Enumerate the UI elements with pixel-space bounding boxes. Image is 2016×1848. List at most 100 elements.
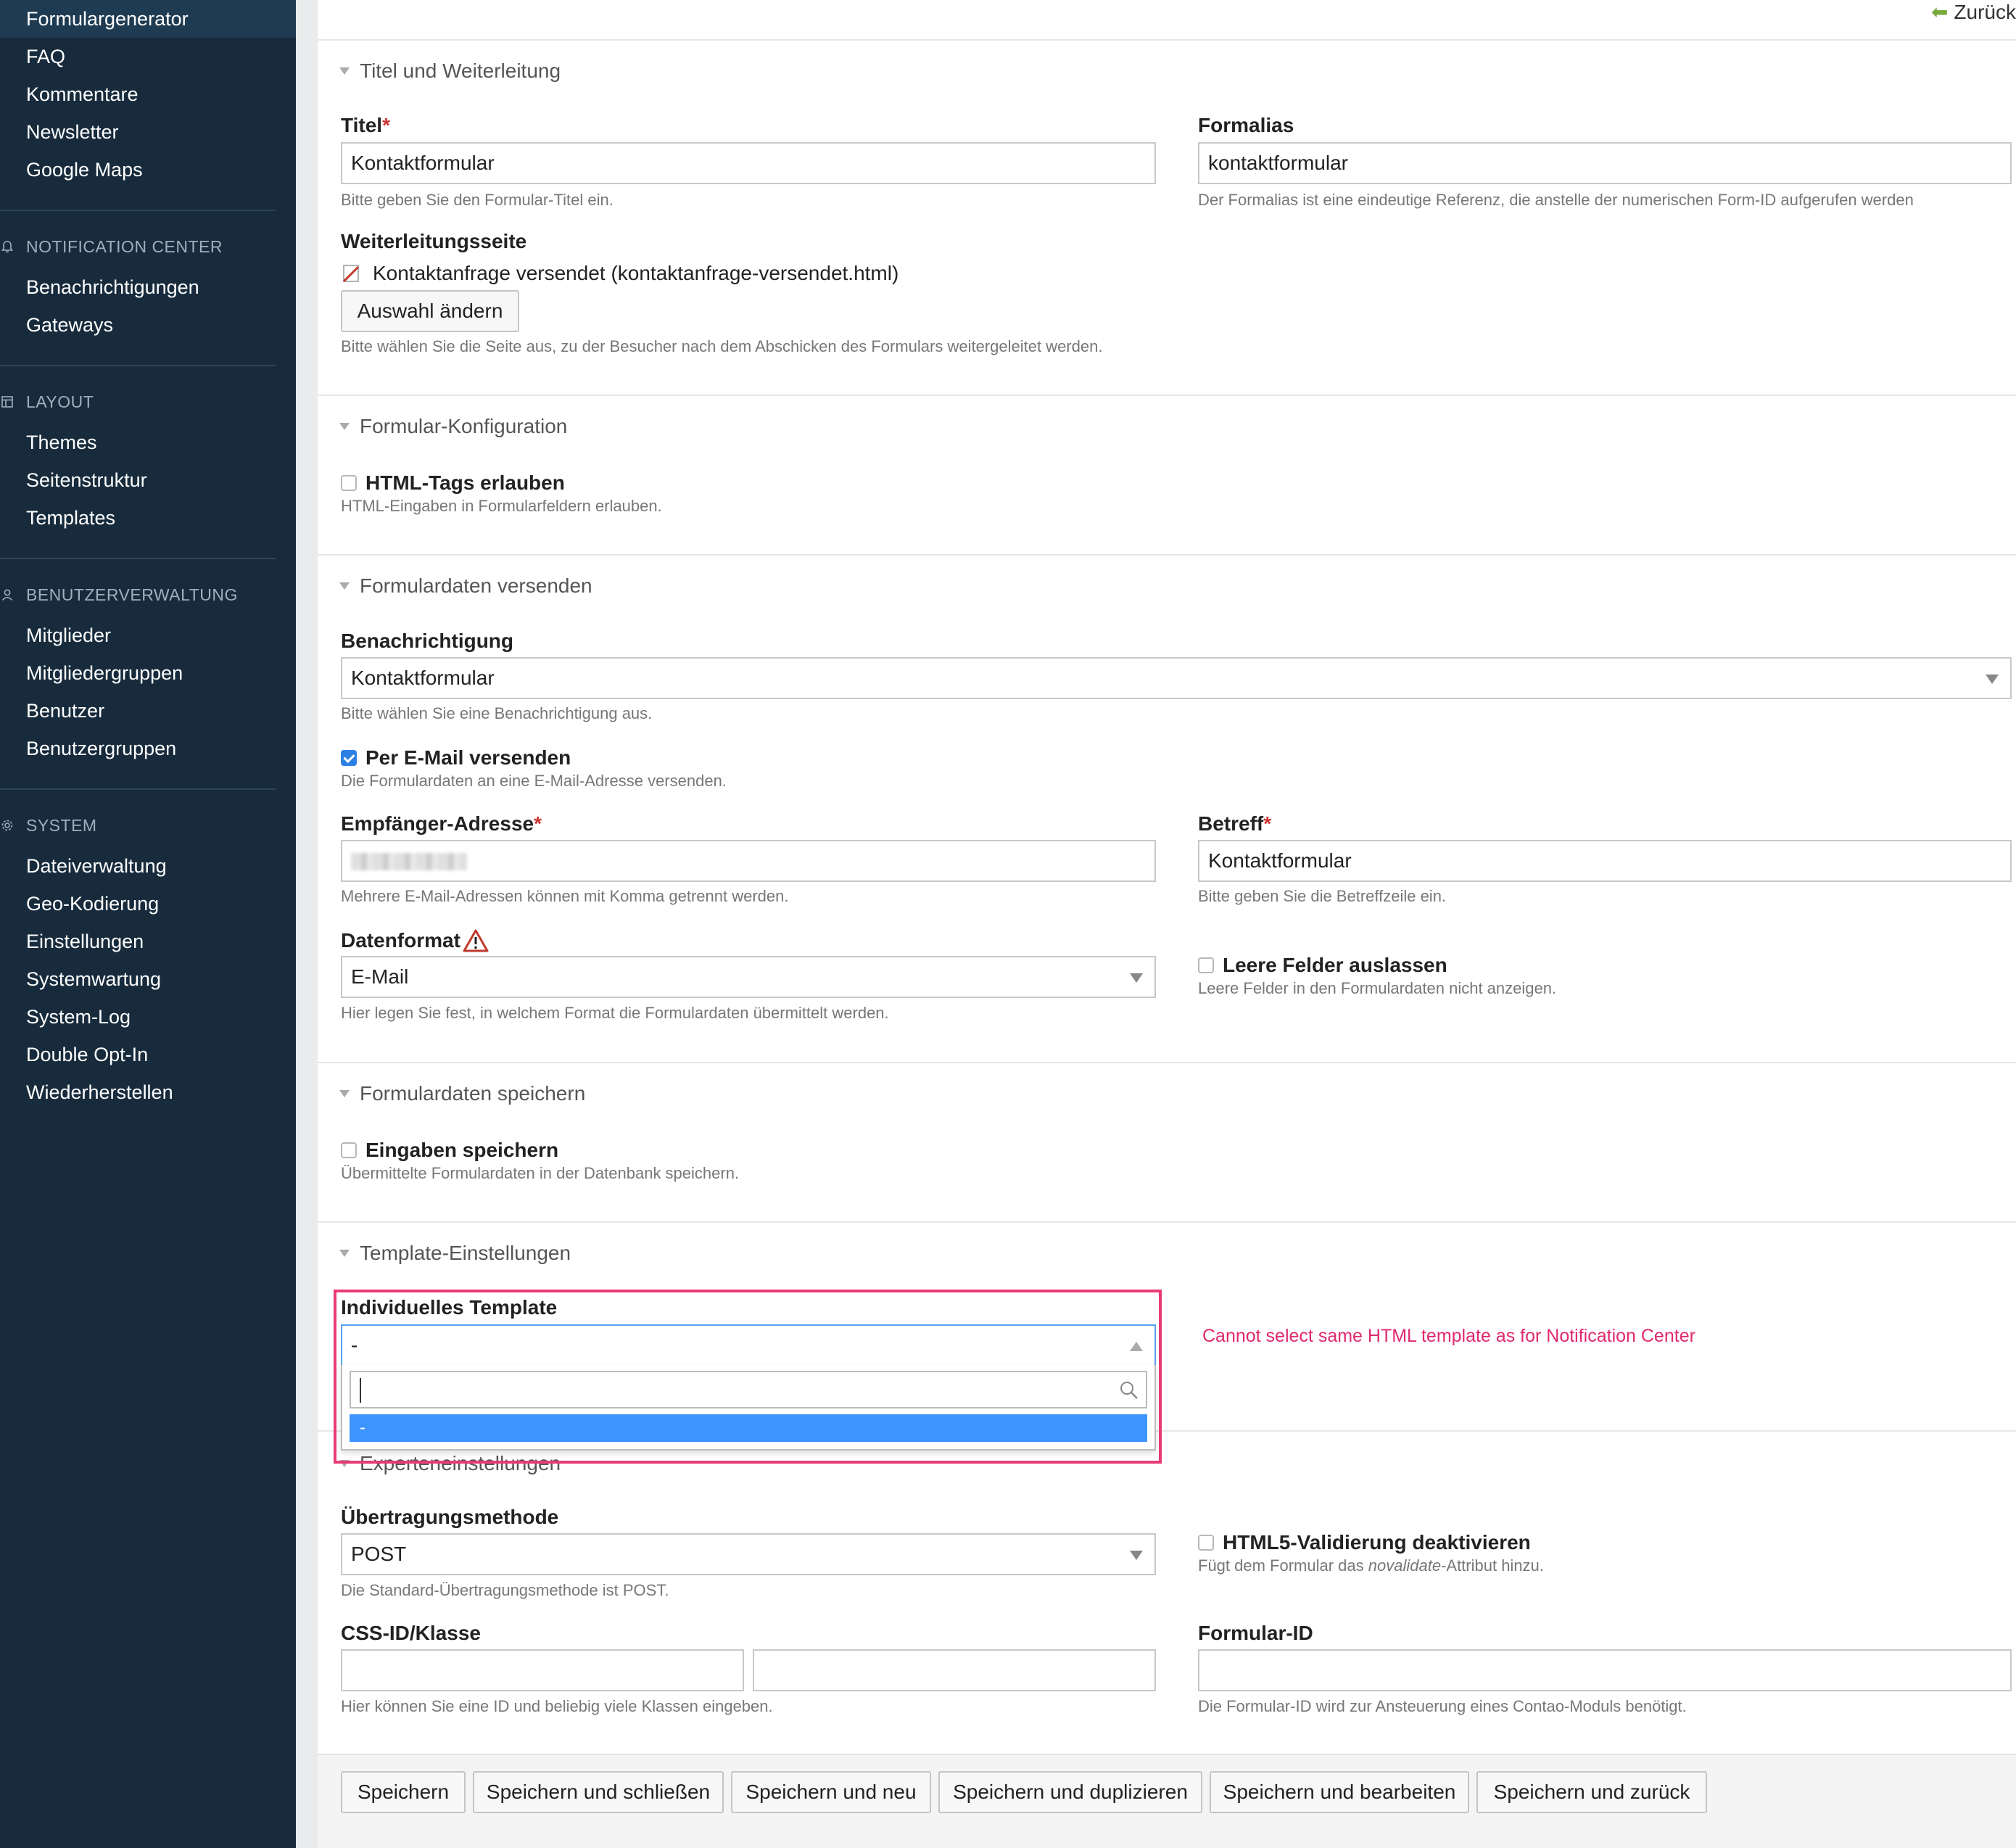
css-class-input[interactable] [753,1649,1156,1691]
redirect-label: Weiterleitungsseite [341,230,527,252]
notification-select-value: Kontaktformular [351,667,495,689]
sidebar-group-title: LAYOUT [26,392,94,411]
sidebar-item-mitglieder[interactable]: Mitglieder [0,616,296,654]
sidebar-item-newsletter[interactable]: Newsletter [0,113,296,151]
redacted-email [351,853,467,870]
notification-select[interactable]: Kontaktformular [341,657,2012,699]
sidebar-item-geo-kodierung[interactable]: Geo-Kodierung [0,885,296,923]
save-and-new-button[interactable]: Speichern und neu [731,1771,931,1813]
section-divider [318,1062,2016,1063]
sidebar-group-system[interactable]: SYSTEM [0,811,296,840]
form-id-input[interactable] [1198,1649,2012,1691]
sidebar-item-dateiverwaltung[interactable]: Dateiverwaltung [0,847,296,885]
sidebar-group-notification-center[interactable]: NOTIFICATION CENTER [0,232,296,261]
main-content: ⬅ Zurück Titel und Weiterleitung Titel* K… [318,0,2016,1848]
bell-icon [1,241,14,253]
skip-empty-help: Leere Felder in den Formulardaten nicht … [1198,979,1557,997]
sidebar-item-double-opt-in[interactable]: Double Opt-In [0,1036,296,1073]
change-selection-button[interactable]: Auswahl ändern [341,290,519,332]
method-value: POST [351,1543,407,1565]
formalias-label: Formalias [1198,114,1294,136]
subject-help: Bitte geben Sie die Betreffzeile ein. [1198,887,1447,905]
page-icon [342,265,360,283]
sidebar-item-seitenstruktur[interactable]: Seitenstruktur [0,461,296,499]
recipient-input[interactable] [341,840,1156,882]
save-and-back-button[interactable]: Speichern und zurück [1476,1771,1707,1813]
legend-formulardaten-versenden[interactable]: Formulardaten versenden [339,573,592,599]
save-and-duplicate-button[interactable]: Speichern und duplizieren [938,1771,1202,1813]
form-id-label: Formular-ID [1198,1622,1313,1644]
data-format-value: E-Mail [351,965,409,988]
section-divider [318,1221,2016,1223]
sidebar-item-system-log[interactable]: System-Log [0,998,296,1036]
subject-label: Betreff* [1198,812,1272,835]
sidebar-item-wiederherstellen[interactable]: Wiederherstellen [0,1073,296,1111]
sidebar-group-benutzerverwaltung[interactable]: BENUTZERVERWALTUNG [0,580,296,609]
sidebar-item-mitgliedergruppen[interactable]: Mitgliedergruppen [0,654,296,692]
legend-formular-konfiguration[interactable]: Formular-Konfiguration [339,413,567,440]
sidebar: Formulargenerator FAQ Kommentare Newslet… [0,0,296,1848]
section-divider [318,39,2016,41]
skip-empty-checkbox[interactable] [1198,957,1214,973]
sidebar-divider [0,558,276,559]
sidebar-item-einstellungen[interactable]: Einstellungen [0,923,296,960]
html-tags-checkbox[interactable] [341,475,357,491]
novalidate-help: Fügt dem Formular das novalidate-Attribu… [1198,1556,1544,1575]
formalias-help: Der Formalias ist eine eindeutige Refere… [1198,191,1914,209]
error-message: Cannot select same HTML template as for … [1202,1326,1695,1346]
error-highlight-frame [334,1290,1162,1464]
sidebar-item-templates[interactable]: Templates [0,499,296,537]
sidebar-item-gateways[interactable]: Gateways [0,306,296,344]
chevron-down-icon [1130,973,1143,983]
sidebar-item-themes[interactable]: Themes [0,424,296,461]
redirect-page-name: Kontaktanfrage versendet (kontaktanfrage… [373,262,899,284]
back-link[interactable]: ⬅ Zurück [1931,0,2016,25]
save-and-close-button[interactable]: Speichern und schließen [473,1771,724,1813]
html-tags-help: HTML-Eingaben in Formularfeldern erlaube… [341,497,662,515]
sidebar-group-title: NOTIFICATION CENTER [26,237,223,256]
sidebar-item-systemwartung[interactable]: Systemwartung [0,960,296,998]
save-and-edit-button[interactable]: Speichern und bearbeiten [1210,1771,1469,1813]
novalidate-checkbox[interactable] [1198,1535,1214,1551]
data-format-label: Datenformat [341,929,460,952]
send-email-checkbox[interactable] [341,750,357,766]
css-id-input[interactable] [341,1649,744,1691]
collapse-triangle-icon [339,423,350,430]
sidebar-group-layout[interactable]: LAYOUT [0,387,296,416]
form-id-help: Die Formular-ID wird zur Ansteuerung ein… [1198,1697,1687,1715]
formalias-input[interactable]: kontaktformular [1198,142,2012,184]
sidebar-divider [0,365,276,366]
save-button[interactable]: Speichern [341,1771,466,1813]
html-tags-label[interactable]: HTML-Tags erlauben [365,471,565,495]
sidebar-item-kommentare[interactable]: Kommentare [0,75,296,113]
data-format-select[interactable]: E-Mail [341,956,1156,998]
recipient-help: Mehrere E-Mail-Adressen können mit Komma… [341,887,789,905]
store-input-label[interactable]: Eingaben speichern [365,1138,558,1163]
gear-icon [1,820,13,831]
legend-titel-weiterleitung[interactable]: Titel und Weiterleitung [339,58,561,84]
send-email-help: Die Formulardaten an eine E-Mail-Adresse… [341,772,727,790]
legend-formulardaten-speichern[interactable]: Formulardaten speichern [339,1081,585,1107]
collapse-triangle-icon [339,582,350,590]
subject-input[interactable]: Kontaktformular [1198,840,2012,882]
css-id-class-label: CSS-ID/Klasse [341,1622,481,1644]
sidebar-item-benachrichtigungen[interactable]: Benachrichtigungen [0,268,296,306]
sidebar-item-faq[interactable]: FAQ [0,38,296,75]
collapse-triangle-icon [339,1090,350,1097]
method-select[interactable]: POST [341,1533,1156,1575]
skip-empty-label[interactable]: Leere Felder auslassen [1223,953,1447,978]
warning-icon [463,929,489,952]
title-help: Bitte geben Sie den Formular-Titel ein. [341,191,614,209]
store-input-checkbox[interactable] [341,1142,357,1158]
novalidate-label[interactable]: HTML5-Validierung deaktivieren [1223,1530,1531,1555]
sidebar-item-google-maps[interactable]: Google Maps [0,151,296,189]
sidebar-item-benutzergruppen[interactable]: Benutzergruppen [0,730,296,767]
store-input-help: Übermittelte Formulardaten in der Datenb… [341,1164,740,1182]
legend-template-einstellungen[interactable]: Template-Einstellungen [339,1240,571,1266]
sidebar-item-benutzer[interactable]: Benutzer [0,692,296,730]
method-label: Übertragungsmethode [341,1506,559,1528]
sidebar-item-formulargenerator[interactable]: Formulargenerator [0,0,296,38]
chevron-down-icon [1986,675,1999,684]
send-email-label[interactable]: Per E-Mail versenden [365,746,571,770]
title-input[interactable]: Kontaktformular [341,142,1156,184]
